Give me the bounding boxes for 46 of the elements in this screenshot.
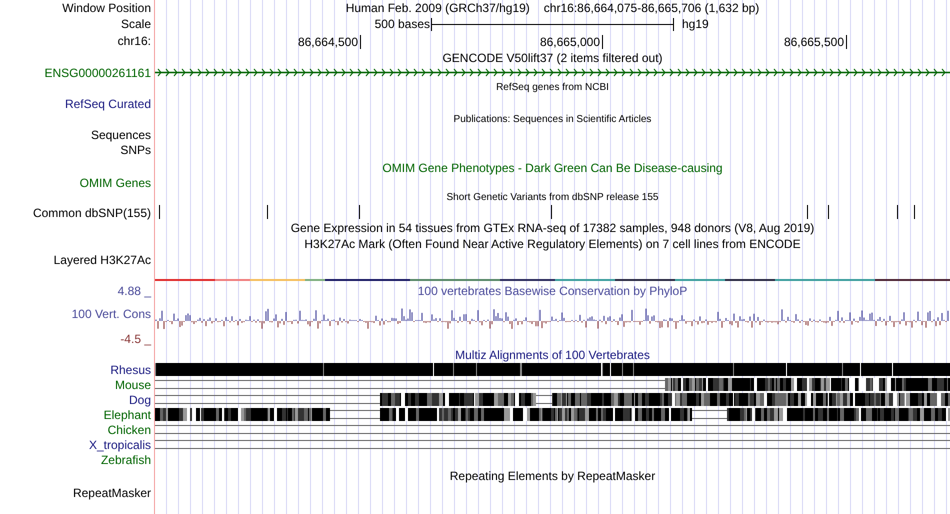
axis-label[interactable]: -4.5 _: [120, 332, 151, 346]
track-label[interactable]: SNPs: [120, 142, 151, 156]
snp-tick[interactable]: [159, 205, 160, 219]
scale-text: 500 bases: [374, 17, 431, 31]
track-label[interactable]: Common dbSNP(155): [32, 206, 151, 220]
axis-label[interactable]: 4.88 _: [118, 284, 151, 298]
position-text: chr16:86,664,075-86,665,706 (1,632 bp): [544, 1, 760, 15]
species-label[interactable]: Elephant: [104, 408, 151, 422]
row-label: Scale: [120, 17, 151, 31]
track-title: Publications: Sequences in Scientific Articles: [454, 112, 652, 126]
snp-tick[interactable]: [267, 205, 268, 219]
row-label: Window Position: [62, 1, 151, 15]
species-label[interactable]: Rhesus: [110, 362, 151, 376]
track-label[interactable]: OMIM Genes: [80, 176, 151, 190]
assembly-title: Human Feb. 2009 (GRCh37/hg19): [346, 1, 530, 15]
track-label[interactable]: Layered H3K27Ac: [54, 253, 151, 267]
snp-tick[interactable]: [359, 205, 360, 219]
track-title: Short Genetic Variants from dbSNP release 155: [446, 190, 658, 204]
track-title: Gene Expression in 54 tissues from GTEx RNA-seq of 17382 samples, 948 donors (V8, Aug 2019): [290, 221, 814, 235]
track-title: OMIM Gene Phenotypes - Dark Green Can Be Disease-causing: [382, 161, 723, 175]
track-title: H3K27Ac Mark (Often Found Near Active Regulatory Elements) on 7 cell lines from ENCODE: [304, 237, 801, 251]
track-title: Multiz Alignments of 100 Vertebrates: [455, 348, 650, 362]
snp-tick[interactable]: [914, 205, 915, 219]
ruler-tick: 86,664,500: [298, 35, 361, 49]
ruler-tick: 86,665,500: [784, 35, 847, 49]
ruler-tick: 86,665,000: [540, 35, 603, 49]
species-label[interactable]: X_tropicalis: [88, 438, 151, 452]
track-label[interactable]: ENSG00000261161: [44, 66, 151, 80]
track-title: GENCODE V50lift37 (2 items filtered out): [442, 50, 663, 64]
snp-tick[interactable]: [828, 205, 829, 219]
track-label[interactable]: RepeatMasker: [72, 486, 151, 500]
track-label[interactable]: 100 Vert. Cons: [72, 307, 151, 321]
track-title: Repeating Elements by RepeatMasker: [450, 469, 656, 483]
species-label[interactable]: Dog: [128, 392, 151, 406]
assembly-name: hg19: [681, 17, 709, 31]
snp-tick[interactable]: [897, 205, 898, 219]
snp-tick[interactable]: [551, 205, 552, 219]
track-title: 100 vertebrates Basewise Conservation by PhyloP: [418, 284, 688, 298]
snp-tick[interactable]: [807, 205, 808, 219]
track-label[interactable]: Sequences: [90, 128, 151, 142]
track-label[interactable]: RefSeq Curated: [64, 96, 151, 110]
track-title: RefSeq genes from NCBI: [496, 80, 609, 94]
row-label: chr16:: [118, 34, 151, 48]
species-label[interactable]: Chicken: [108, 422, 151, 436]
species-label[interactable]: Mouse: [114, 378, 151, 392]
species-label[interactable]: Zebrafish: [100, 452, 151, 466]
